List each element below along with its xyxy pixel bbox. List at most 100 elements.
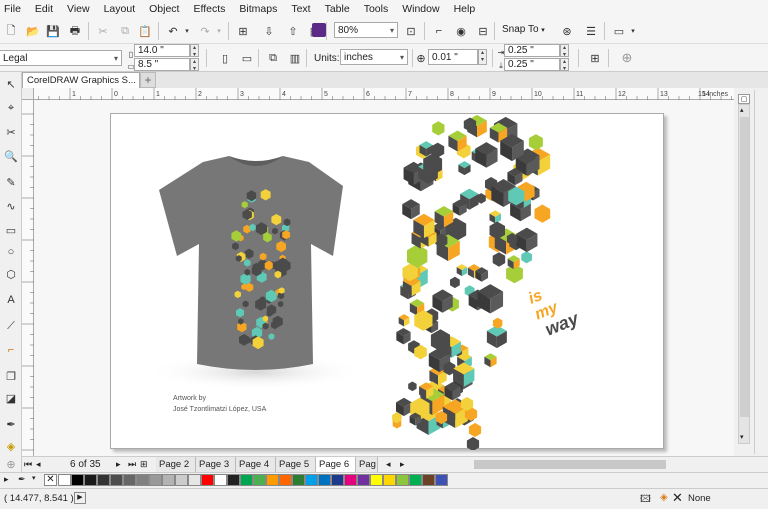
color-swatch[interactable] — [435, 474, 448, 486]
eyedropper-palette-icon[interactable]: ✒ — [18, 474, 26, 485]
new-tab-button[interactable]: + — [140, 72, 156, 88]
color-swatch[interactable] — [162, 474, 175, 486]
eyedropper-icon[interactable]: ✒ — [3, 416, 19, 432]
color-swatch[interactable] — [331, 474, 344, 486]
color-swatch[interactable] — [136, 474, 149, 486]
scroll-up-arrow[interactable]: ▴ — [740, 106, 744, 114]
units-select[interactable]: inches ▾ — [340, 49, 408, 65]
artistic-media-icon[interactable]: ∿ — [3, 198, 19, 214]
color-swatch[interactable] — [344, 474, 357, 486]
color-swatch[interactable] — [318, 474, 331, 486]
undo-dropdown-icon[interactable]: ▾ — [180, 24, 194, 38]
color-swatch[interactable] — [292, 474, 305, 486]
menu-view[interactable]: View — [67, 3, 90, 15]
menu-bitmaps[interactable]: Bitmaps — [239, 3, 277, 15]
menu-file[interactable]: File — [4, 3, 21, 15]
drop-shadow-icon[interactable]: ❐ — [3, 368, 19, 384]
color-swatch[interactable] — [422, 474, 435, 486]
connector-tool-icon[interactable]: ⌐ — [3, 342, 19, 358]
page-size-select[interactable]: Legal ▾ — [0, 50, 122, 66]
color-swatch[interactable] — [149, 474, 162, 486]
color-swatch[interactable] — [396, 474, 409, 486]
print-icon[interactable]: 🖶 — [68, 24, 82, 38]
color-swatch[interactable] — [266, 474, 279, 486]
interactive-fill-icon[interactable]: ◈ — [3, 438, 19, 454]
menu-object[interactable]: Object — [149, 3, 179, 15]
color-swatch[interactable] — [409, 474, 422, 486]
menu-text[interactable]: Text — [291, 3, 310, 15]
import-icon[interactable]: ⇩ — [262, 24, 276, 38]
color-swatch[interactable] — [214, 474, 227, 486]
zoom-to-page-icon[interactable]: ⊡ — [404, 24, 418, 38]
welcome-screen-icon[interactable]: ⊛ — [560, 24, 574, 38]
palette-menu-icon[interactable]: ▸ — [4, 474, 9, 485]
page-tab[interactable]: Pag — [356, 457, 378, 472]
color-swatch[interactable] — [97, 474, 110, 486]
next-page-icon[interactable]: ▸ — [116, 459, 121, 470]
prev-page-icon[interactable]: ◂ — [36, 459, 41, 470]
menu-table[interactable]: Table — [325, 3, 350, 15]
page-border-icon[interactable]: ⊞ — [588, 51, 602, 65]
portrait-icon[interactable]: ▯ — [218, 51, 232, 65]
page-tab[interactable]: Page 3 — [196, 457, 236, 472]
duplicate-x-field[interactable]: 0.25 " — [504, 44, 560, 57]
open-icon[interactable]: 📂 — [26, 24, 40, 38]
color-swatch[interactable] — [175, 474, 188, 486]
last-page-icon[interactable]: ⏭ — [128, 459, 136, 470]
options-icon[interactable]: ☰ — [584, 24, 598, 38]
color-swatch[interactable] — [58, 474, 71, 486]
color-swatch[interactable] — [253, 474, 266, 486]
page-tab[interactable]: Page 2 — [156, 457, 196, 472]
drawing-canvas[interactable]: Artwork by José Tzontlimatzi López, USA … — [34, 100, 734, 456]
zoom-level-select[interactable]: 80% ▾ — [334, 22, 398, 38]
ruler-origin[interactable] — [22, 88, 34, 100]
menu-edit[interactable]: Edit — [35, 3, 53, 15]
menu-tools[interactable]: Tools — [364, 3, 389, 15]
export-icon[interactable]: ⇧ — [286, 24, 300, 38]
redo-icon[interactable]: ↷ — [198, 24, 212, 38]
color-swatch[interactable] — [305, 474, 318, 486]
page-width-field[interactable]: 14.0 " — [134, 44, 190, 57]
page-height-field[interactable]: 8.5 " — [134, 58, 190, 71]
duplicate-y-spinner[interactable]: ▴ ▾ — [560, 58, 569, 72]
application-launcher-icon[interactable]: ▭ — [612, 24, 626, 38]
color-swatch[interactable] — [71, 474, 84, 486]
cut-icon[interactable]: ✂ — [96, 24, 110, 38]
page-tab[interactable]: Page 6 — [316, 457, 356, 472]
redo-dropdown-icon[interactable]: ▾ — [212, 24, 226, 38]
color-swatch[interactable] — [227, 474, 240, 486]
landscape-icon[interactable]: ▭ — [240, 51, 254, 65]
menu-window[interactable]: Window — [402, 3, 439, 15]
freehand-tool-icon[interactable]: ✎ — [3, 174, 19, 190]
undo-icon[interactable]: ↶ — [166, 24, 180, 38]
menu-help[interactable]: Help — [454, 3, 476, 15]
horizontal-scrollbar[interactable] — [474, 460, 666, 469]
color-swatch[interactable] — [383, 474, 396, 486]
full-screen-preview-icon[interactable]: ⌐ — [432, 24, 446, 38]
shape-tool-icon[interactable]: ⌖ — [3, 100, 19, 116]
add-tool-icon[interactable]: ⊕ — [3, 456, 19, 472]
rectangle-tool-icon[interactable]: ▭ — [3, 222, 19, 238]
status-expand-icon[interactable]: ▶ — [74, 492, 86, 504]
color-swatch[interactable] — [188, 474, 201, 486]
polygon-tool-icon[interactable]: ⬡ — [3, 266, 19, 282]
scroll-down-arrow[interactable]: ▾ — [740, 433, 744, 441]
scroll-thumb[interactable] — [740, 117, 749, 417]
color-swatch[interactable] — [357, 474, 370, 486]
page-width-spinner[interactable]: ▴ ▾ — [190, 44, 199, 58]
ellipse-tool-icon[interactable]: ○ — [3, 244, 19, 260]
show-grid-icon[interactable]: ⊟ — [476, 24, 490, 38]
first-page-icon[interactable]: ⏮ — [24, 459, 32, 470]
page-tab[interactable]: Page 4 — [236, 457, 276, 472]
duplicate-y-field[interactable]: 0.25 " — [504, 58, 560, 71]
add-page-icon[interactable]: ⊞ — [140, 459, 148, 470]
color-swatch[interactable] — [279, 474, 292, 486]
copy-icon[interactable]: ⧉ — [118, 24, 132, 38]
save-icon[interactable]: 💾 — [46, 24, 60, 38]
transparency-icon[interactable]: ◪ — [3, 390, 19, 406]
launcher-dropdown-icon[interactable]: ▾ — [626, 24, 640, 38]
color-swatch[interactable] — [201, 474, 214, 486]
search-content-icon[interactable]: ⊞ — [236, 24, 250, 38]
no-color-swatch[interactable]: ✕ — [44, 474, 57, 486]
color-swatch[interactable] — [240, 474, 253, 486]
